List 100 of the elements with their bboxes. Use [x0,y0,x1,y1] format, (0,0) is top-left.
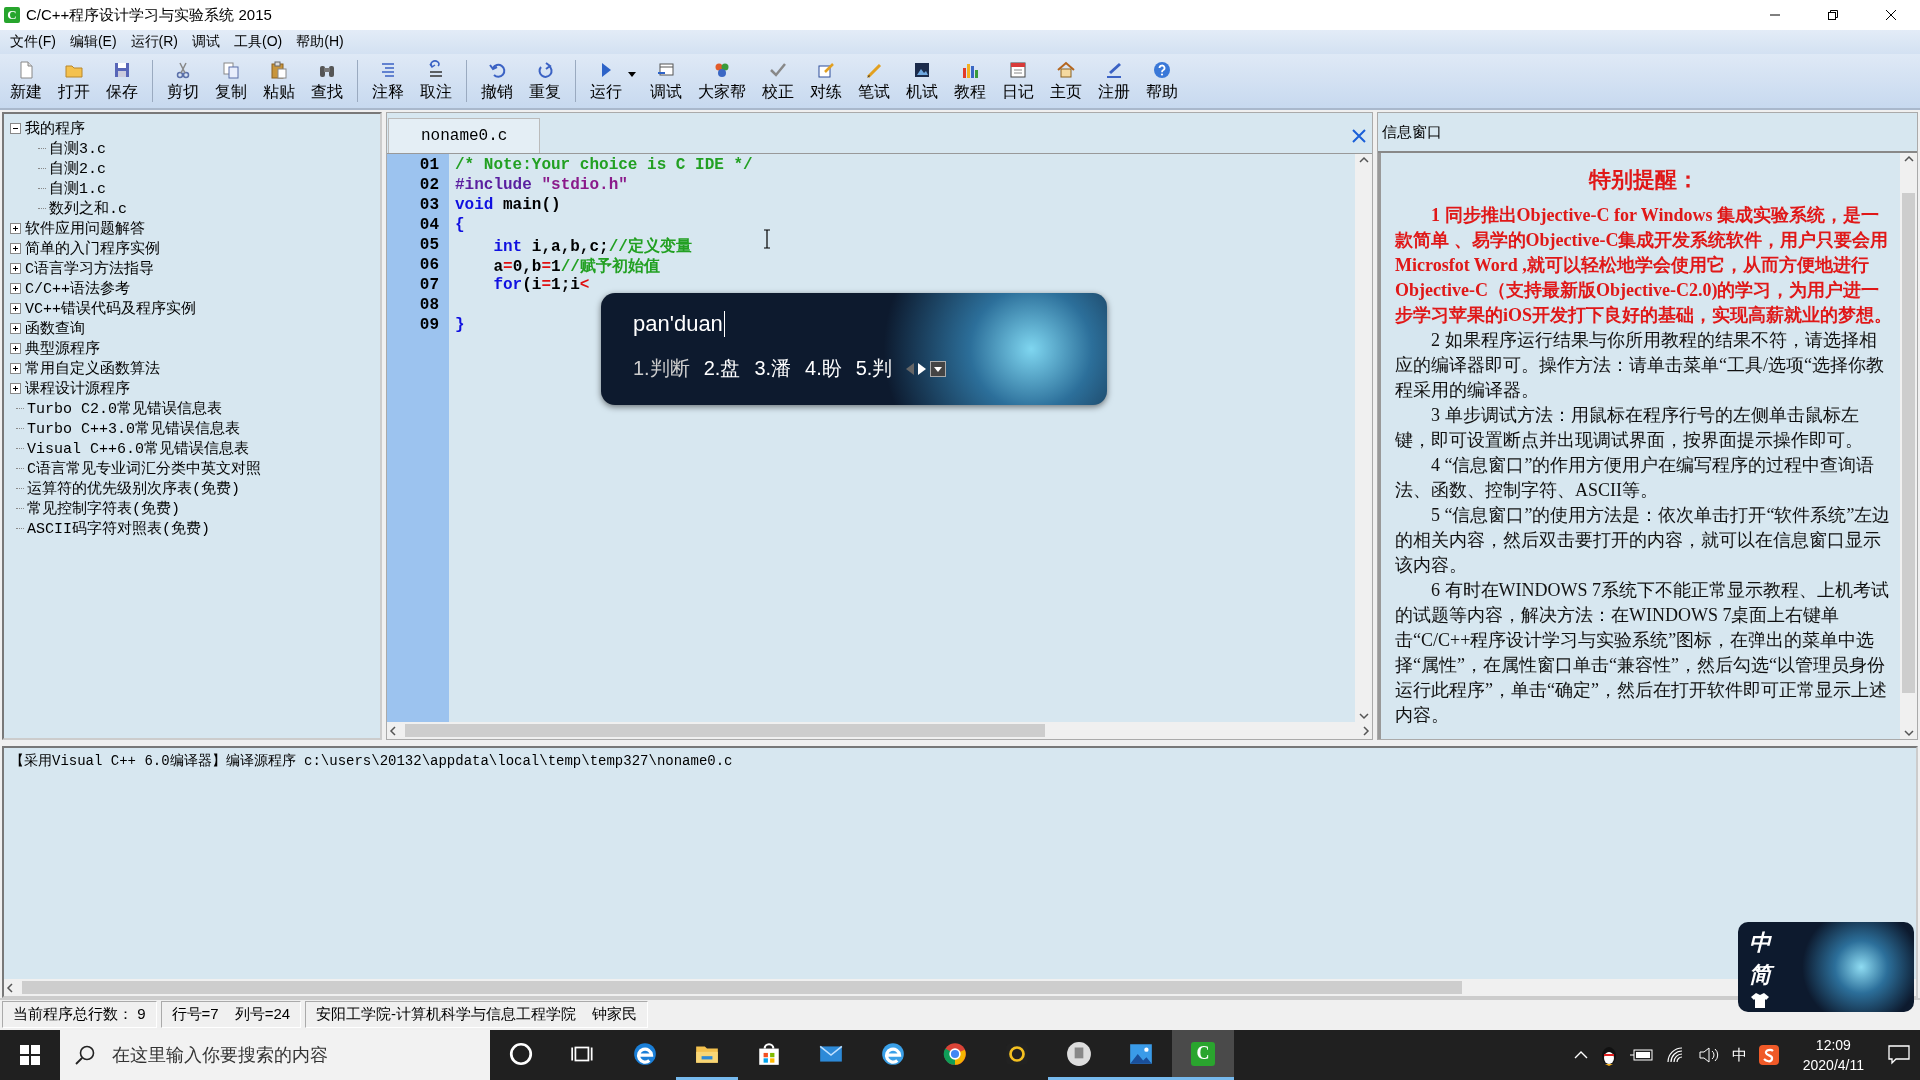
menu-item[interactable]: 运行(R) [124,31,186,53]
windows-logo-icon[interactable] [20,1045,40,1065]
toolbar-button[interactable]: 帮助 [1138,57,1186,105]
expand-icon[interactable] [10,302,21,314]
expand-icon[interactable] [10,242,21,254]
input-method-icon[interactable] [1758,1045,1779,1065]
tree-item[interactable]: VC++错误代码及程序实例 [25,298,196,318]
tree-item[interactable]: 课程设计源程序 [25,378,130,398]
tree-item[interactable]: Visual C++6.0常见错误信息表 [27,438,250,458]
tree-item[interactable]: 常用自定义函数算法 [25,358,160,378]
file-tab[interactable]: noname0.c [388,118,541,153]
line-number: 08 [418,296,440,316]
expand-icon[interactable] [10,382,21,394]
tree-item[interactable]: 我的程序 [25,118,85,138]
toolbar-button[interactable]: 对练 [802,57,850,105]
vertical-scrollbar[interactable] [1900,153,1917,739]
input-mode-indicator[interactable]: 中 [1731,1045,1747,1065]
browser-icon [632,1040,658,1067]
tree-item[interactable]: 自测3.c [49,138,106,158]
scroll-left-icon[interactable] [387,724,399,737]
toolbar-button[interactable]: 查找 [303,57,351,105]
message-icon[interactable] [1888,1045,1910,1065]
notice-paragraph: 3 单步调试方法：用鼠标在程序行号的左侧单击鼠标左键，即可设置断点并出现调试界面，按界面提示操作即可。 [1395,404,1864,452]
collapse-icon[interactable] [10,122,21,134]
toolbar-button[interactable]: 机试 [898,57,946,105]
next-page-icon[interactable] [918,362,927,375]
house-icon [1056,59,1076,80]
tree-item[interactable]: ASCII码字符对照表(免费) [27,518,210,538]
toolbar-button[interactable]: 主页 [1042,57,1090,105]
candidate-item[interactable]: 5.判 [855,355,893,382]
tree-item[interactable]: C语言常见专业词汇分类中英文对照 [27,458,261,478]
vertical-scrollbar[interactable] [1355,154,1372,722]
toolbar-button[interactable]: 校正 [754,57,802,105]
output-text: 【采用Visual C++ 6.0编译器】编译源程序 c:\users\20132\appdata\local\temp\temp327\noname0.c [10,753,733,769]
scroll-down-icon[interactable] [1902,727,1915,739]
expand-icon[interactable] [10,342,21,354]
tree-item[interactable]: 常见控制字符表(免费) [27,498,180,518]
toolbar-button[interactable]: 注释 [364,57,412,105]
clock-date[interactable]: 2020/4/11 [1802,1055,1864,1075]
shirt-icon[interactable] [1751,992,1769,1008]
menu-item[interactable]: 调试 [186,31,228,53]
tree-item[interactable]: 简单的入门程序实例 [25,238,160,258]
tree-item[interactable]: C/C++语法参考 [25,278,130,298]
scroll-right-icon[interactable] [1360,724,1372,737]
candidate-item[interactable]: 3.潘 [754,355,792,382]
toolbar-button[interactable]: 运行 [582,57,630,105]
tree-item[interactable]: 自测1.c [49,178,106,198]
candidate-item[interactable]: 4.盼 [805,355,842,382]
close-icon[interactable] [1886,10,1896,20]
penguin-icon[interactable] [1599,1044,1618,1066]
toolbar-button[interactable]: 撤销 [473,57,521,105]
menu-item[interactable]: 帮助(H) [290,31,352,53]
clipboard-icon [269,59,289,80]
tree-item[interactable]: 运算符的优先级别次序表(免费) [27,478,240,498]
expand-icon[interactable] [10,282,21,294]
tree-item[interactable]: 自测2.c [49,158,106,178]
scroll-left-icon[interactable] [4,981,16,994]
tree-item[interactable]: 软件应用问题解答 [25,218,145,238]
expand-icon[interactable] [10,322,21,334]
menu-item[interactable]: 工具(O) [228,31,291,53]
toolbar-button[interactable]: 日记 [994,57,1042,105]
toolbar-button[interactable]: 取注 [412,57,460,105]
notice-heading: 特别提醒： [1587,166,1700,194]
toolbar-button[interactable]: 重复 [521,57,569,105]
candidate-item[interactable]: 1.判断 [633,355,690,382]
toolbar-button[interactable]: 剪切 [159,57,207,105]
tree-item[interactable]: 数列之和.c [49,198,127,218]
clock-time[interactable]: 12:09 [1815,1035,1851,1055]
toolbar-button[interactable]: 打开 [50,57,98,105]
search-field[interactable]: 在这里输入你要搜索的内容 [60,1030,490,1080]
toolbar-button[interactable]: 笔试 [850,57,898,105]
tree-item[interactable]: Turbo C++3.0常见错误信息表 [27,418,241,438]
tree-item[interactable]: 典型源程序 [25,338,100,358]
toolbar-button[interactable]: 粘贴 [255,57,303,105]
tree-item[interactable]: C语言学习方法指导 [25,258,154,278]
expand-icon[interactable] [10,222,21,234]
battery-icon[interactable] [1629,1048,1654,1062]
horizontal-scrollbar[interactable] [387,722,1372,739]
scroll-down-icon[interactable] [1357,710,1370,722]
speaker-icon[interactable] [1697,1046,1720,1064]
toolbar-button[interactable]: 调试 [642,57,690,105]
toolbar-button[interactable]: 大家帮 [690,57,754,105]
toolbar-button[interactable]: 保存 [98,57,146,105]
toolbar-button[interactable]: 注册 [1090,57,1138,105]
caret-icon[interactable] [628,72,636,77]
expand-icon[interactable] [10,362,21,374]
candidate-item[interactable]: 2.盘 [703,355,741,382]
dropdown-icon[interactable] [930,360,947,377]
tree-item[interactable]: 函数查询 [25,318,85,338]
menu-item[interactable]: 文件(F) [4,31,64,53]
menu-item[interactable]: 编辑(E) [63,31,125,53]
code-line: for(i=1;i< [492,276,590,296]
tree-item[interactable]: Turbo C2.0常见错误信息表 [27,398,222,418]
expand-icon[interactable] [10,262,21,274]
toolbar-button[interactable]: 复制 [207,57,255,105]
restore-icon[interactable] [1828,10,1838,20]
notice-paragraph: 5 “信息窗口”的使用方法是：依次单击打开“软件系统”左边的相关内容，然后双击要打开的内容，就可以在信息窗口显示该内容。 [1395,504,1892,577]
toolbar-button[interactable]: 教程 [946,57,994,105]
toolbar-button[interactable]: 新建 [2,57,50,105]
language-mode[interactable]: 中 [1749,928,1771,958]
